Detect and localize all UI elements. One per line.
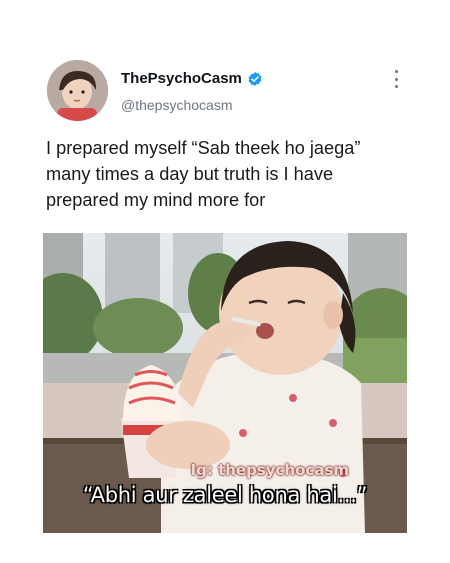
meme-caption: “Abhi aur zaleel hona hai...”: [82, 483, 368, 507]
tweet-card: ThePsychoCasm @thepsychocasm I prepared …: [0, 0, 450, 563]
tweet-media-image[interactable]: Ig: thepsychocasm “Abhi aur zaleel hona …: [43, 233, 407, 533]
watermark-text: Ig: thepsychocasm: [190, 461, 349, 479]
verified-badge-icon: [247, 71, 263, 87]
author-avatar[interactable]: [47, 60, 108, 121]
author-handle[interactable]: @thepsychocasm: [121, 97, 232, 113]
more-vertical-icon[interactable]: [390, 70, 402, 88]
child-avatar-icon: [47, 60, 108, 121]
tweet-text: I prepared myself “Sab theek ho jaega” m…: [46, 138, 361, 210]
author-name-row: ThePsychoCasm: [121, 70, 263, 87]
author-display-name[interactable]: ThePsychoCasm: [121, 70, 242, 87]
